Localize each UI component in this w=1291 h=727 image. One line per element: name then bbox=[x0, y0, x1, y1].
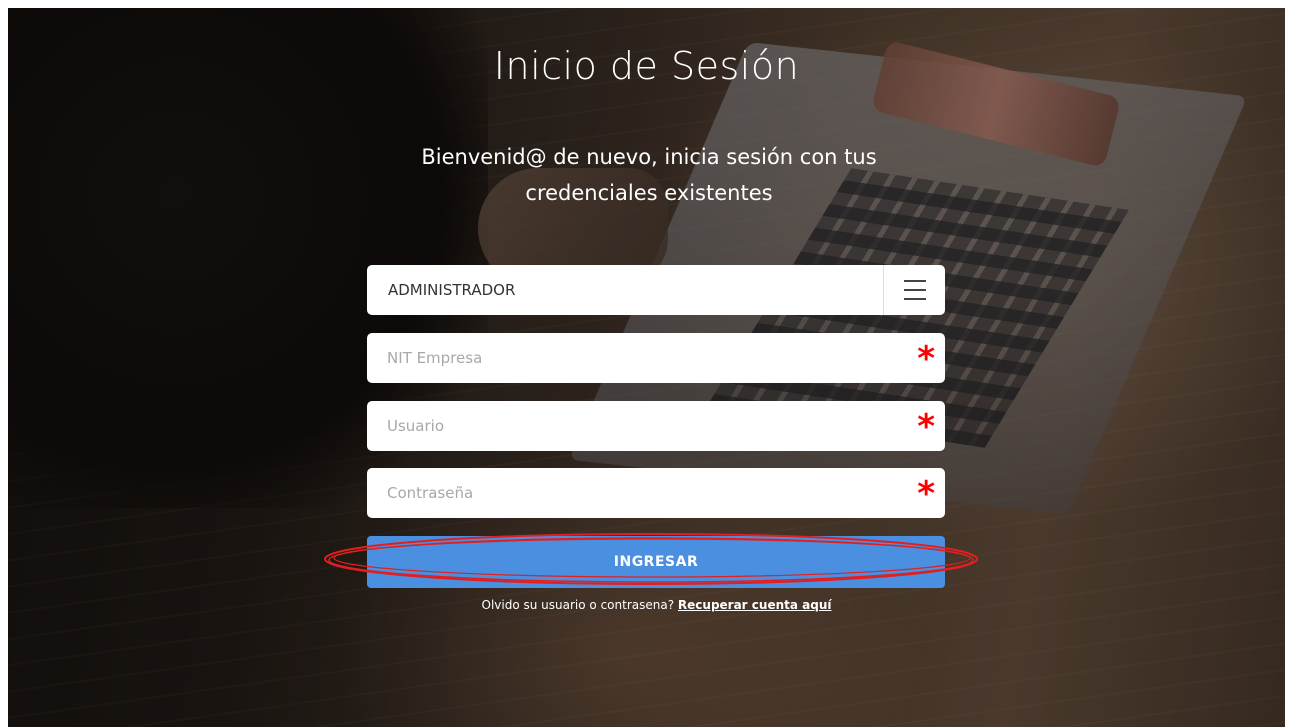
contrasena-input[interactable] bbox=[367, 468, 945, 518]
page-subtitle: Bienvenid@ de nuevo, inicia sesión con t… bbox=[421, 145, 877, 205]
login-form: Inicio de Sesión Bienvenid@ de nuevo, in… bbox=[8, 8, 1285, 727]
role-select[interactable]: ADMINISTRADOR bbox=[367, 265, 945, 315]
ingresar-button[interactable]: INGRESAR bbox=[367, 536, 945, 588]
recover-text: Olvido su usuario o contrasena? bbox=[481, 598, 675, 612]
recover-account-line: Olvido su usuario o contrasena? Recupera… bbox=[8, 598, 1285, 612]
nit-field-wrapper: * bbox=[367, 333, 945, 383]
usuario-field-wrapper: * bbox=[367, 401, 945, 451]
login-page: Inicio de Sesión Bienvenid@ de nuevo, in… bbox=[8, 8, 1285, 727]
usuario-input[interactable] bbox=[367, 401, 945, 451]
required-asterisk-icon: * bbox=[917, 339, 935, 379]
role-select-value: ADMINISTRADOR bbox=[388, 281, 516, 299]
role-select-toggle[interactable] bbox=[883, 265, 945, 315]
required-asterisk-icon: * bbox=[917, 407, 935, 447]
contrasena-field-wrapper: * bbox=[367, 468, 945, 518]
nit-empresa-input[interactable] bbox=[367, 333, 945, 383]
required-asterisk-icon: * bbox=[917, 474, 935, 514]
recover-account-link[interactable]: Recuperar cuenta aquí bbox=[678, 598, 832, 612]
page-title: Inicio de Sesión bbox=[493, 44, 800, 88]
